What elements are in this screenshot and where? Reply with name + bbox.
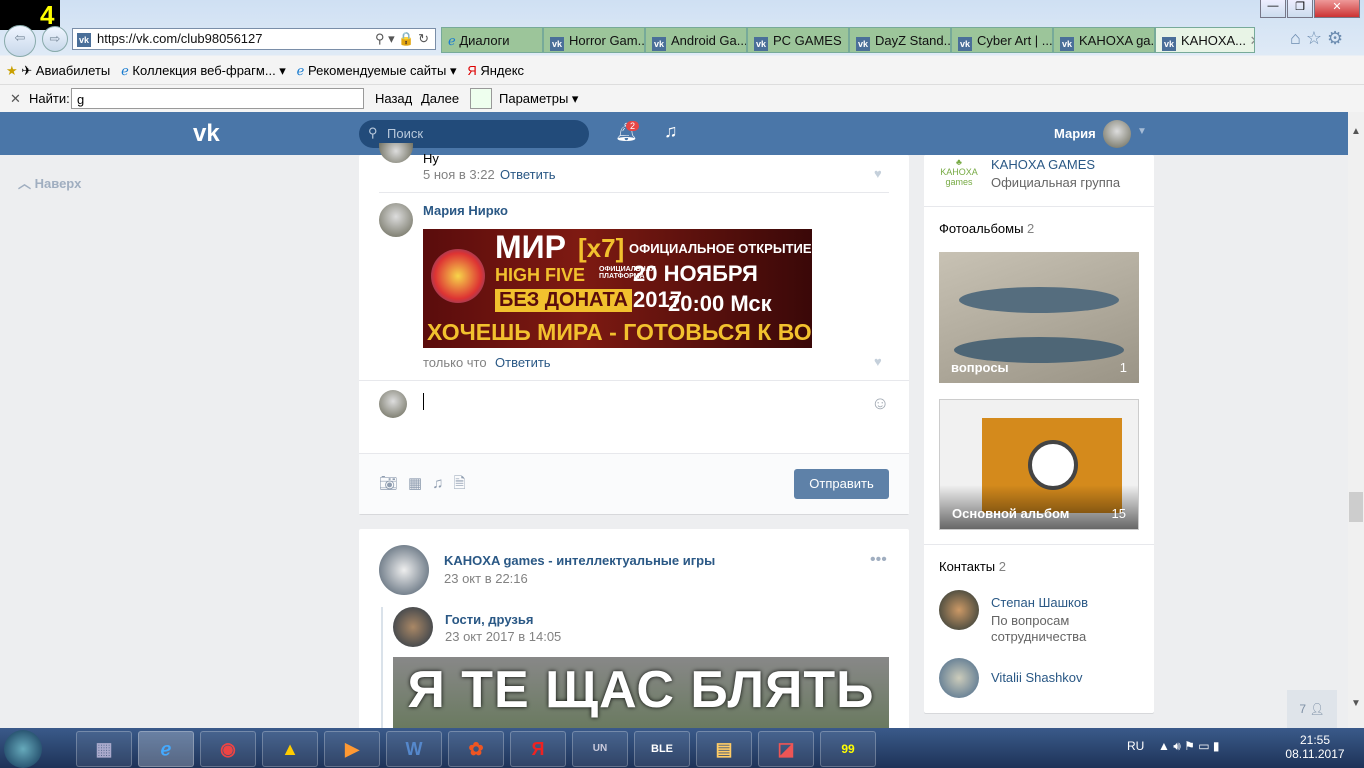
- tray-icons[interactable]: ▲ 🔊︎ ⚑ ▭ ▮: [1158, 739, 1219, 754]
- tab-dayz[interactable]: vk DayZ Stand...: [849, 27, 951, 53]
- close-window-button[interactable]: ✕: [1314, 0, 1360, 18]
- contact-avatar[interactable]: [939, 590, 979, 630]
- taskbar-yandex[interactable]: Я: [510, 731, 566, 767]
- taskbar-app[interactable]: ▦: [76, 731, 132, 767]
- taskbar-explorer[interactable]: ▤: [696, 731, 752, 767]
- browser-chrome: 4 — ❐ ✕ ⇦ ⇨ vk https://vk.com/club9805612…: [0, 0, 1364, 112]
- taskbar-aimp[interactable]: ▲: [262, 731, 318, 767]
- search-icon: ⚲: [368, 125, 378, 140]
- find-prev[interactable]: Назад: [375, 91, 412, 106]
- more-icon[interactable]: •••: [870, 551, 887, 569]
- taskbar-app-99[interactable]: 99: [820, 731, 876, 767]
- search-lock-refresh-icons: ⚲ ▾ 🔒 ↻: [375, 31, 429, 46]
- url-text: https://vk.com/club98056127: [97, 31, 263, 46]
- taskbar-paint[interactable]: ◪: [758, 731, 814, 767]
- like-icon[interactable]: ♥: [874, 354, 882, 369]
- tab-android[interactable]: vk Android Ga...: [645, 27, 747, 53]
- vk-logo[interactable]: vk: [193, 120, 220, 148]
- my-avatar: [379, 390, 407, 418]
- minimize-button[interactable]: —: [1260, 0, 1286, 18]
- restore-button[interactable]: ❐: [1287, 0, 1313, 18]
- scroll-up-link[interactable]: ︿ Наверх: [18, 173, 81, 192]
- comment-input[interactable]: [423, 393, 863, 410]
- clock[interactable]: 21:55 08.11.2017: [1285, 733, 1345, 761]
- reply-link[interactable]: Ответить: [495, 355, 551, 370]
- close-find-icon[interactable]: ✕: [10, 91, 21, 107]
- vk-header: vk 🔔︎ 2 ♫ Мария ▼: [0, 112, 1348, 155]
- scrollbar[interactable]: ▲ ▼: [1348, 112, 1364, 728]
- taskbar-ble[interactable]: BLE: [634, 731, 690, 767]
- highlight-icon[interactable]: [470, 88, 492, 109]
- music-icon[interactable]: ♫: [664, 121, 678, 142]
- back-button[interactable]: ⇦: [4, 25, 36, 57]
- repost-avatar[interactable]: [393, 607, 433, 647]
- taskbar-chrome[interactable]: ◉: [200, 731, 256, 767]
- reply-link[interactable]: Ответить: [500, 167, 556, 182]
- start-button[interactable]: [4, 730, 42, 768]
- contacts-header[interactable]: Контакты 2: [939, 559, 1006, 574]
- commenter-avatar: [379, 143, 413, 163]
- find-bar: ✕ Найти: g Назад Далее Параметры ▾: [0, 84, 1364, 112]
- taskbar-game[interactable]: UN: [572, 731, 628, 767]
- notif-badge: 2: [626, 121, 640, 131]
- fav-webslices[interactable]: Коллекция веб-фрагм...: [132, 63, 275, 78]
- taskbar-player[interactable]: ▶: [324, 731, 380, 767]
- albums-header[interactable]: Фотоальбомы 2: [939, 221, 1034, 236]
- find-input[interactable]: g: [71, 88, 364, 109]
- forward-button[interactable]: ⇨: [42, 26, 68, 52]
- tab-kahoxa-active[interactable]: vkKAHOXA... ✕: [1155, 27, 1255, 53]
- fav-avia[interactable]: Авиабилеты: [36, 63, 110, 78]
- post-author[interactable]: KAHOXA games - интеллектуальные игры: [444, 553, 715, 568]
- attach-icons[interactable]: 📷︎▦♫🗎︎: [379, 473, 476, 498]
- comment-banner-image[interactable]: МИР [x7] HIGH FIVE ОФИЦИАЛЬНАЯ ПЛАТФОРМА…: [423, 229, 812, 348]
- home-star-gear-icons[interactable]: ⌂ ☆ ⚙: [1290, 28, 1343, 49]
- user-avatar[interactable]: [1103, 120, 1131, 148]
- taskbar-word[interactable]: W: [386, 731, 442, 767]
- tab-cyber-art[interactable]: vk Cyber Art | ...: [951, 27, 1053, 53]
- fav-yandex[interactable]: Яндекс: [480, 63, 524, 78]
- find-next[interactable]: Далее: [421, 91, 459, 106]
- tab-dialogs[interactable]: ℯ Диалоги: [441, 27, 543, 53]
- taskbar-ie[interactable]: ℯ: [138, 731, 194, 767]
- group-logo: ♣ KAHOXA games: [940, 157, 978, 187]
- album-voprosy[interactable]: вопросы 1: [939, 252, 1139, 383]
- like-icon[interactable]: ♥: [874, 166, 882, 181]
- album-main[interactable]: Основной альбом 15: [939, 399, 1139, 530]
- post-meme-image[interactable]: Я ТЕ ЩАС БЛЯТЬ: [393, 657, 889, 728]
- fav-suggested[interactable]: Рекомендуемые сайты: [308, 63, 446, 78]
- emoji-icon[interactable]: ☺: [871, 393, 889, 414]
- find-options[interactable]: Параметры ▾: [499, 91, 578, 107]
- comment-author[interactable]: Мария Нирко: [423, 203, 508, 218]
- user-name[interactable]: Мария: [1054, 126, 1096, 141]
- tab-horror[interactable]: vk Horror Gam...: [543, 27, 645, 53]
- address-bar[interactable]: vk https://vk.com/club98056127 ⚲ ▾ 🔒 ↻: [72, 28, 436, 50]
- comments-block: Ну 5 ноя в 3:22 Ответить ♥ Мария Нирко М…: [359, 143, 909, 514]
- taskbar-media[interactable]: ✿: [448, 731, 504, 767]
- commenter-avatar[interactable]: [379, 203, 413, 237]
- tab-kahoxa-1[interactable]: vk KAHOXA ga...: [1053, 27, 1155, 53]
- chevron-down-icon[interactable]: ▼: [1137, 126, 1147, 137]
- send-button[interactable]: Отправить: [794, 469, 889, 499]
- group-avatar[interactable]: [379, 545, 429, 595]
- contact-avatar[interactable]: [939, 658, 979, 698]
- favorites-bar: ★ ✈ Авиабилеты ℯ Коллекция веб-фрагм... …: [6, 63, 525, 78]
- friends-online-button[interactable]: 7 👤︎: [1287, 690, 1337, 728]
- tab-pc-games[interactable]: vk PC GAMES: [747, 27, 849, 53]
